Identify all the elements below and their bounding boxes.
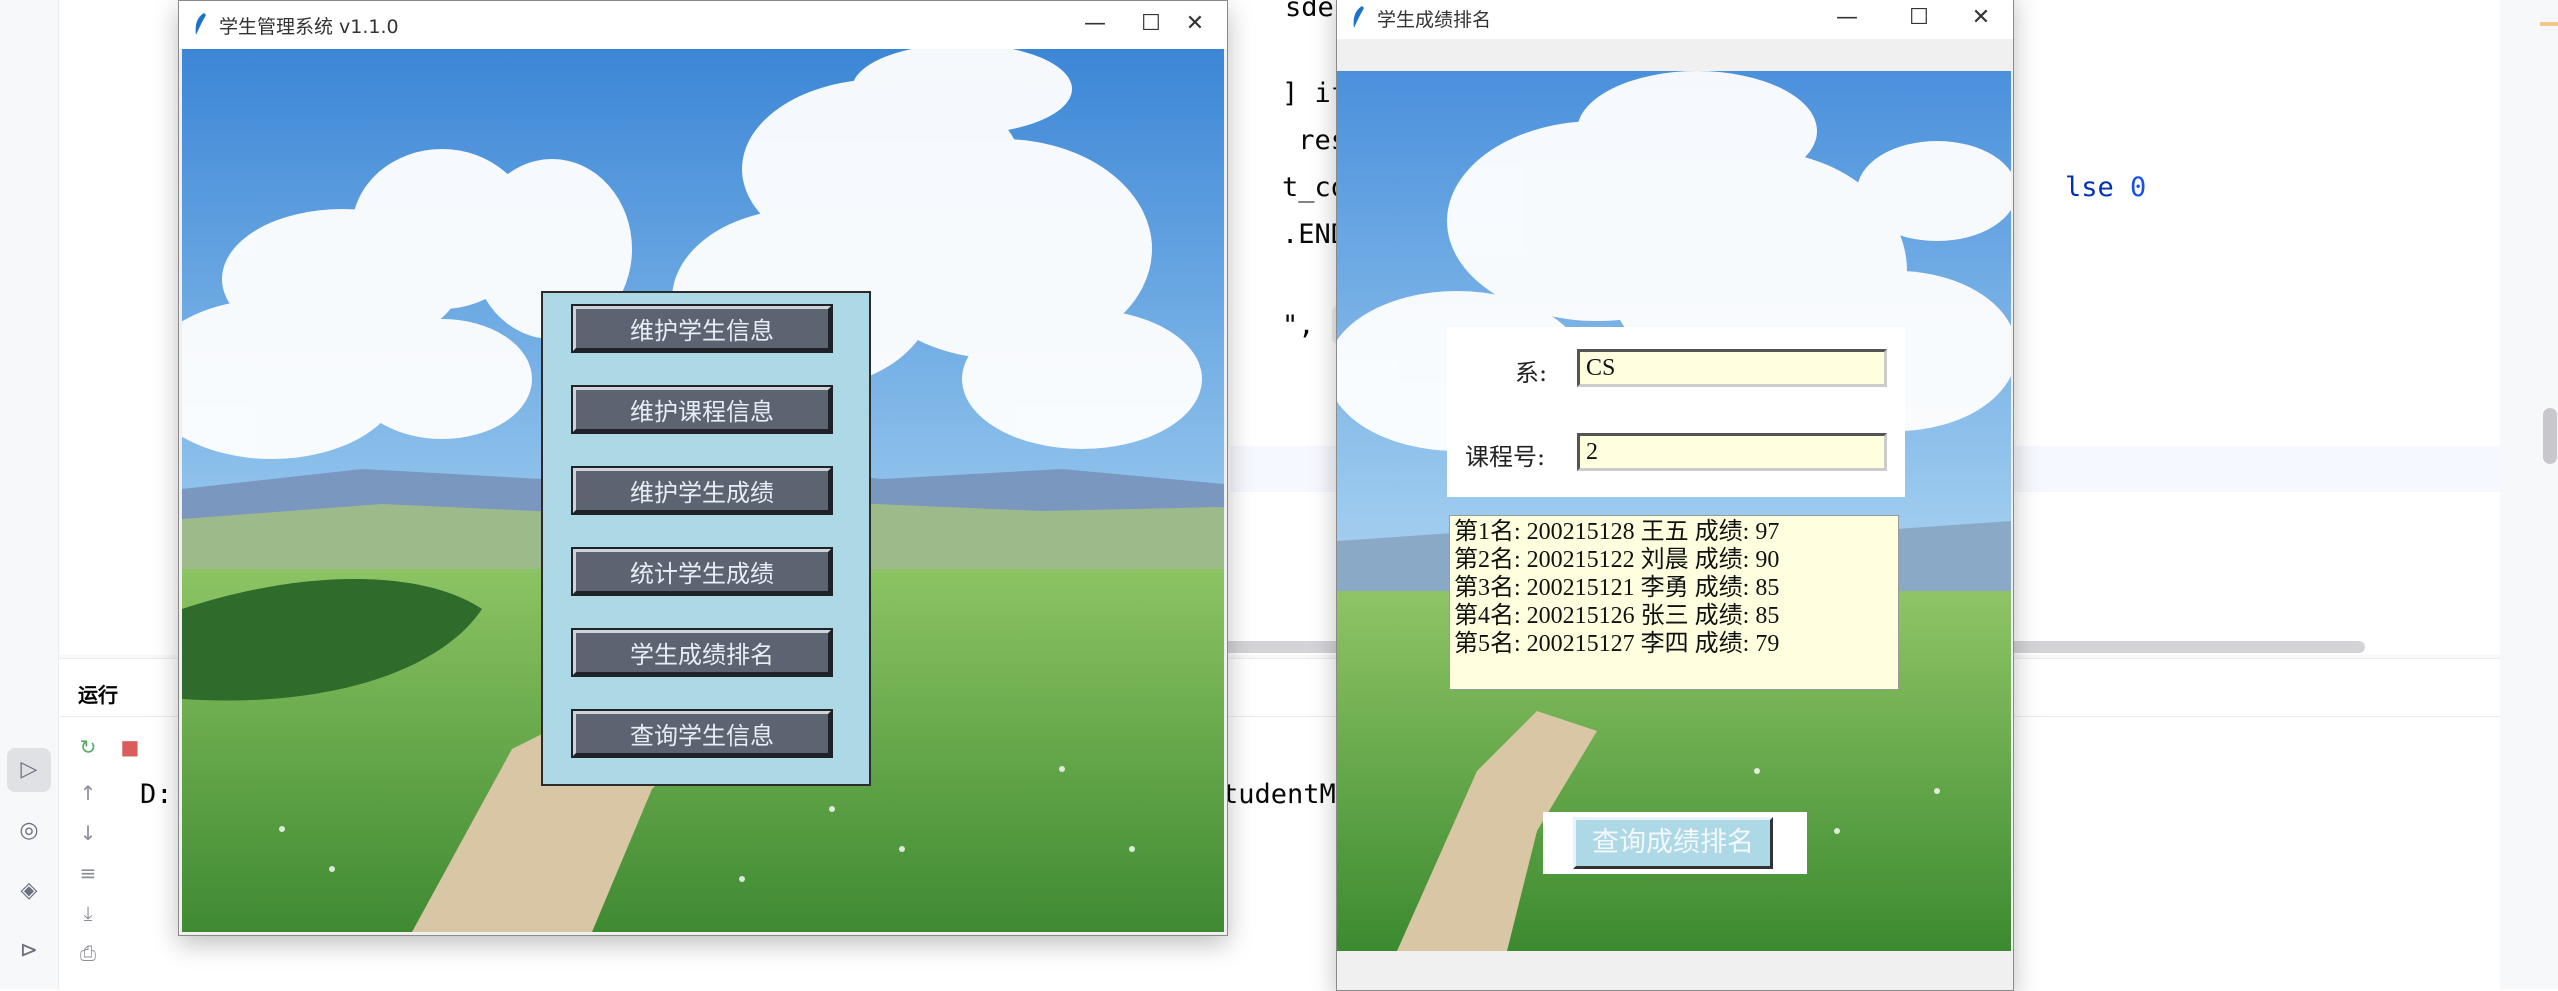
print-icon[interactable]: ⎙ <box>74 941 102 965</box>
maximize-button[interactable]: ☐ <box>1899 3 1939 33</box>
list-item: 第1名: 200215128 王五 成绩: 97 <box>1454 519 1780 545</box>
maximize-button[interactable]: ☐ <box>1131 9 1171 39</box>
query-button-frame: 查询成绩排名 <box>1543 812 1807 874</box>
main-titlebar: 学生管理系统 v1.1.0 — ☐ ✕ <box>179 1 1227 49</box>
rank-window-title: 学生成绩排名 <box>1377 9 1492 31</box>
vertical-scrollbar[interactable] <box>2543 408 2557 464</box>
console-path: D: <box>140 779 173 810</box>
rank-score-button[interactable]: 学生成绩排名 <box>571 628 833 677</box>
layers-icon[interactable]: ◈ <box>14 876 44 906</box>
maintain-score-button[interactable]: 维护学生成绩 <box>571 466 833 515</box>
scroll-marker <box>2540 22 2558 26</box>
maintain-course-button[interactable]: 维护课程信息 <box>571 385 833 434</box>
menu-panel: 维护学生信息 维护课程信息 维护学生成绩 统计学生成绩 学生成绩排名 查询学生信… <box>541 291 871 786</box>
rank-result-list[interactable]: 第1名: 200215128 王五 成绩: 97 第2名: 200215122 … <box>1449 515 1899 690</box>
arrow-down-icon[interactable]: ↓ <box>74 821 102 845</box>
code-line-3-tail: lse 0 <box>2065 172 2147 203</box>
feather-icon <box>195 13 206 35</box>
main-client-area: 维护学生信息 维护课程信息 维护学生成绩 统计学生成绩 学生成绩排名 查询学生信… <box>182 49 1224 932</box>
minimize-button[interactable]: — <box>1075 9 1115 39</box>
query-rank-button[interactable]: 查询成绩排名 <box>1573 817 1773 869</box>
tool-window-bar: ▷ ◎ ◈ ⊳ <box>0 0 59 989</box>
course-input[interactable]: 2 <box>1577 433 1887 471</box>
list-item: 第3名: 200215121 李勇 成绩: 85 <box>1454 575 1780 601</box>
rank-client-area: 系: CS 课程号: 2 第1名: 200215128 王五 成绩: 97 第2… <box>1337 71 2011 951</box>
dept-input[interactable]: CS <box>1577 349 1887 387</box>
rank-window: 学生成绩排名 — ☐ ✕ 系: CS 课程号: 2 第1名: 200215128… <box>1336 0 2014 991</box>
console-tail: tudentMa <box>1222 779 1353 810</box>
dept-label: 系: <box>1515 359 1548 387</box>
soft-wrap-icon[interactable]: ≡ <box>74 861 102 885</box>
stop-icon[interactable]: ■ <box>116 735 144 759</box>
feather-icon <box>1353 6 1364 28</box>
minimize-button[interactable]: — <box>1827 3 1867 33</box>
arrow-up-icon[interactable]: ↑ <box>74 781 102 805</box>
rerun-icon[interactable]: ↻ <box>74 735 102 759</box>
list-item: 第2名: 200215122 刘晨 成绩: 90 <box>1454 547 1780 573</box>
main-window-title: 学生管理系统 v1.1.0 <box>219 16 399 38</box>
run-tab[interactable]: 运行 <box>78 679 118 708</box>
maintain-student-button[interactable]: 维护学生信息 <box>571 304 833 353</box>
close-button[interactable]: ✕ <box>1961 3 2001 33</box>
stats-score-button[interactable]: 统计学生成绩 <box>571 547 833 596</box>
main-window: 学生管理系统 v1.1.0 — ☐ ✕ 维护学生信息 维护课程信息 维护学生成绩… <box>178 0 1228 936</box>
services-icon[interactable]: ⊳ <box>14 936 44 966</box>
code-line-5: ", <box>1282 310 1315 341</box>
python-console-icon[interactable]: ◎ <box>14 816 44 846</box>
course-label: 课程号: <box>1465 443 1546 471</box>
query-form: 系: CS 课程号: 2 <box>1447 327 1905 497</box>
close-button[interactable]: ✕ <box>1175 9 1215 39</box>
list-item: 第4名: 200215126 张三 成绩: 85 <box>1454 603 1780 629</box>
scroll-end-icon[interactable]: ⤓ <box>74 901 102 925</box>
query-student-button[interactable]: 查询学生信息 <box>571 709 833 758</box>
run-tool-icon[interactable]: ▷ <box>7 748 51 792</box>
rank-titlebar: 学生成绩排名 — ☐ ✕ <box>1337 0 2013 39</box>
list-item: 第5名: 200215127 李四 成绩: 79 <box>1454 631 1780 657</box>
